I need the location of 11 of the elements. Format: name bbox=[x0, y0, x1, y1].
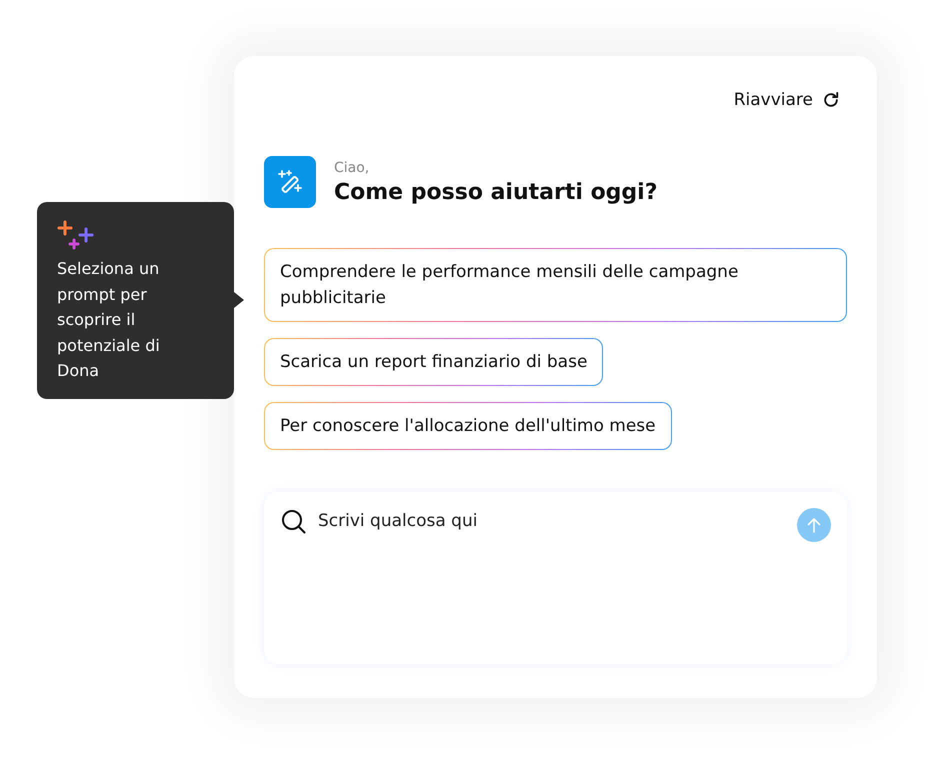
arrow-up-icon bbox=[805, 516, 823, 534]
prompt-suggestion[interactable]: Per conoscere l'allocazione dell'ultimo mese bbox=[264, 402, 672, 450]
tooltip-text: Seleziona un prompt per scoprire il potenziale di Dona bbox=[57, 258, 161, 382]
magic-wand-icon bbox=[264, 156, 316, 208]
restart-button[interactable]: Riavviare bbox=[728, 86, 847, 114]
greeting-question: Come posso aiutarti oggi? bbox=[334, 180, 658, 204]
prompt-suggestion[interactable]: Comprendere le performance mensili delle campagne pubblicitarie bbox=[264, 248, 847, 322]
greeting-text: Ciao, bbox=[334, 160, 370, 176]
refresh-icon bbox=[821, 90, 841, 110]
prompt-suggestion[interactable]: Scarica un report finanziario di base bbox=[264, 338, 604, 386]
search-icon bbox=[280, 508, 308, 536]
